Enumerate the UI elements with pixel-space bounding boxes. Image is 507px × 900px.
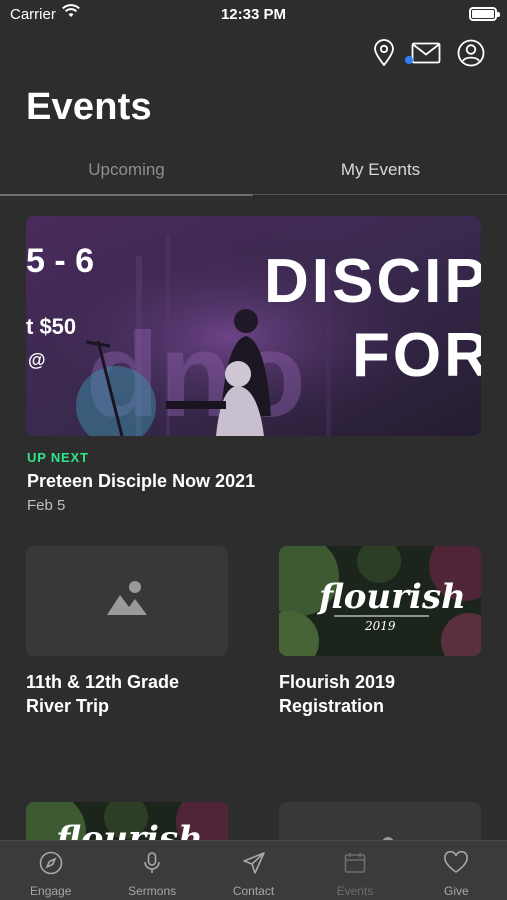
status-time: 12:33 PM: [220, 6, 287, 23]
featured-event-date: Feb 5: [27, 497, 66, 514]
tab-give[interactable]: Give: [406, 841, 507, 900]
calendar-icon: [343, 851, 367, 880]
event-title: Flourish 2019 Registration: [279, 672, 396, 716]
featured-price-text: t $50: [26, 314, 76, 339]
tab-label: Contact: [232, 884, 275, 898]
flourish-script-text: flourish: [316, 577, 466, 617]
compass-icon: [39, 851, 63, 880]
tab-engage[interactable]: Engage: [0, 841, 101, 900]
tab-contact[interactable]: Contact: [203, 841, 304, 900]
up-next-badge: UP NEXT: [27, 450, 89, 465]
event-thumbnail: flourish 2019: [279, 546, 481, 656]
flourish-year-text: 2019: [364, 619, 396, 633]
microphone-icon: [140, 851, 164, 880]
featured-dates-text: 5 - 6: [26, 242, 94, 280]
event-card[interactable]: flourish 2019 Flourish 2019 Registration: [279, 546, 481, 718]
page-title: Events: [26, 86, 152, 128]
unread-dot: [405, 56, 413, 64]
tab-events[interactable]: Events: [304, 841, 405, 900]
tab-upcoming[interactable]: Upcoming: [0, 152, 253, 196]
tab-my-events[interactable]: My Events: [254, 152, 507, 195]
battery-icon: [469, 7, 500, 21]
header-actions: [357, 38, 485, 68]
featured-word-1: DISCIP: [264, 247, 481, 316]
featured-word-2: FOR: [352, 321, 481, 390]
paper-plane-icon: [242, 851, 266, 880]
tab-label: Give: [443, 884, 469, 898]
heart-icon: [443, 850, 469, 880]
segmented-tabs: Upcoming My Events: [0, 152, 507, 196]
tab-label: Events: [336, 884, 374, 898]
featured-event-title[interactable]: Preteen Disciple Now 2021: [27, 471, 255, 492]
featured-at-text: @: [28, 350, 46, 370]
mail-icon[interactable]: [405, 42, 441, 64]
image-placeholder-icon: [105, 579, 149, 622]
tab-label: Engage: [30, 884, 72, 898]
bottom-tab-bar: Engage Sermons Contact Events Give: [0, 840, 507, 900]
status-bar: Carrier 12:33 PM: [0, 0, 507, 30]
tab-sermons[interactable]: Sermons: [101, 841, 202, 900]
location-pin-icon[interactable]: [373, 39, 395, 67]
event-thumbnail: [26, 546, 228, 656]
event-card[interactable]: 11th & 12th Grade River Trip: [26, 546, 228, 718]
tab-label: Sermons: [128, 884, 177, 898]
event-title: 11th & 12th Grade River Trip: [26, 672, 180, 716]
featured-event-image[interactable]: dno 5 - 6 t $50 @ DISCIP FOR: [26, 216, 481, 436]
account-icon[interactable]: [457, 39, 485, 67]
